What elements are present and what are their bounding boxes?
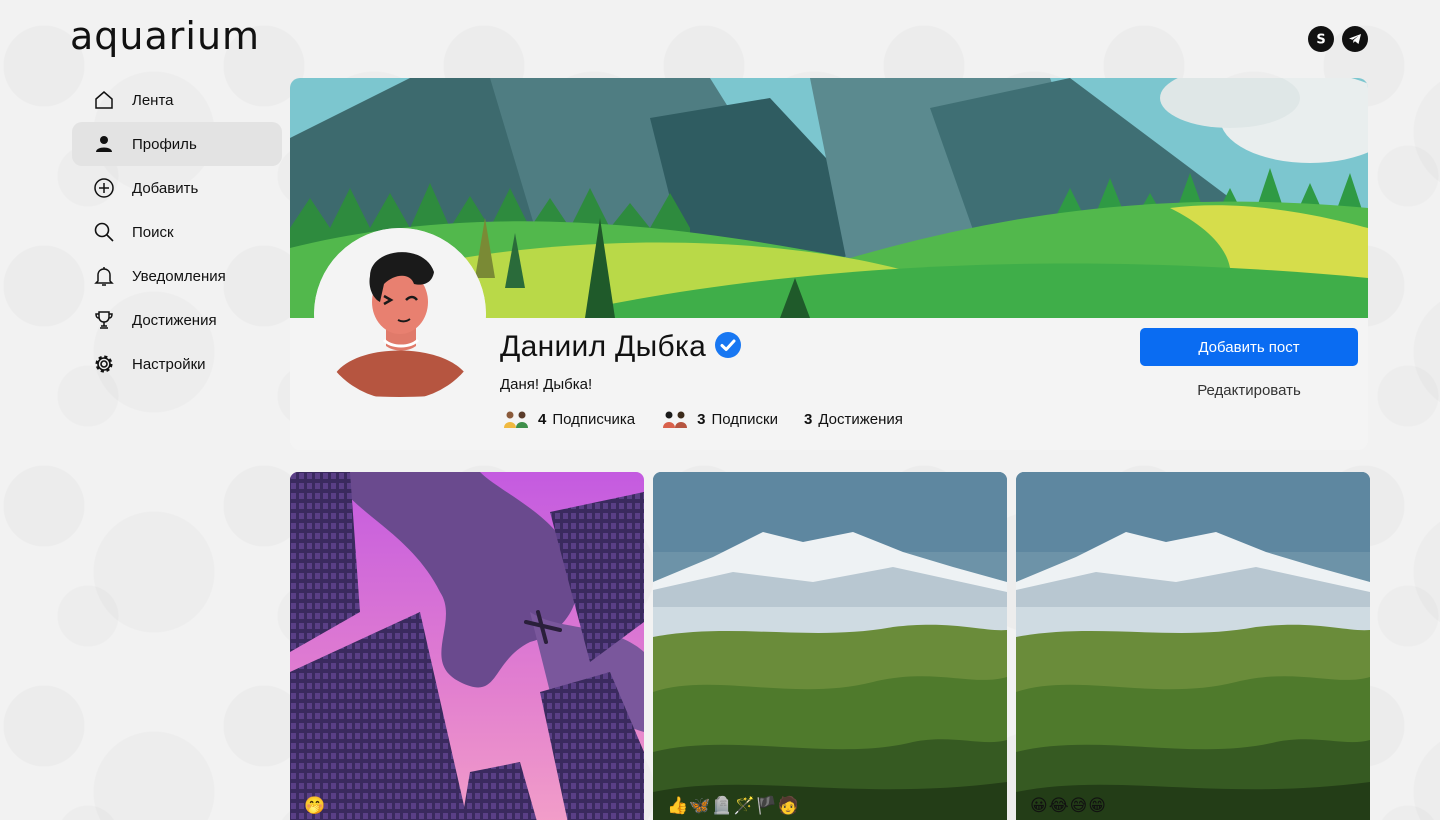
app-logo[interactable]: aquarium xyxy=(70,14,260,58)
profile-name: Даниил Дыбка xyxy=(500,330,707,363)
post-card[interactable]: 🤭 xyxy=(290,472,644,820)
sidebar-item-label: Профиль xyxy=(132,135,197,153)
following-stat[interactable]: 3 Подписки xyxy=(661,410,778,428)
sidebar-item-label: Добавить xyxy=(132,179,199,197)
sidebar-item-achievements[interactable]: Достижения xyxy=(72,298,282,342)
svg-text:S: S xyxy=(1316,33,1325,48)
avatar[interactable] xyxy=(314,228,486,400)
post-reactions[interactable]: 👍🦋🪦🪄🏴🧑 xyxy=(667,796,800,816)
sidebar-item-label: Достижения xyxy=(132,311,217,329)
post-image xyxy=(290,472,644,820)
following-label: Подписки xyxy=(711,410,779,428)
post-image xyxy=(653,472,1007,820)
edit-profile-button[interactable]: Редактировать xyxy=(1140,382,1358,399)
followers-stat[interactable]: 4 Подписчика xyxy=(502,410,635,428)
home-icon xyxy=(92,88,116,112)
sidebar-item-label: Уведомления xyxy=(132,267,226,285)
posts-grid: 🤭 👍🦋🪦🪄🏴🧑 😀😂😅😁 xyxy=(290,472,1370,820)
post-reactions[interactable]: 🤭 xyxy=(304,796,326,816)
user-icon xyxy=(92,132,116,156)
profile-bio: Даня! Дыбка! xyxy=(500,376,593,393)
main-content: Даниил Дыбка Даня! Дыбка! 4 Подписчика 3… xyxy=(290,78,1370,820)
profile-stats: 4 Подписчика 3 Подписки 3 Достижения xyxy=(502,410,903,428)
sidebar-item-label: Лента xyxy=(132,91,174,109)
achievements-count: 3 xyxy=(804,410,813,428)
profile-name-row: Даниил Дыбка xyxy=(500,330,742,364)
following-count: 3 xyxy=(697,410,706,428)
trophy-icon xyxy=(92,308,116,332)
followers-count: 4 xyxy=(538,410,547,428)
plus-circle-icon xyxy=(92,176,116,200)
followers-label: Подписчика xyxy=(552,410,636,428)
sidebar-item-search[interactable]: Поиск xyxy=(72,210,282,254)
following-avatars-icon xyxy=(661,410,691,428)
followers-avatars-icon xyxy=(502,410,532,428)
sidebar-item-feed[interactable]: Лента xyxy=(72,78,282,122)
add-post-button[interactable]: Добавить пост xyxy=(1140,328,1358,366)
achievements-label: Достижения xyxy=(818,410,903,428)
sidebar-item-notifications[interactable]: Уведомления xyxy=(72,254,282,298)
sidebar-nav: Лента Профиль Добавить Поиск Уведомления… xyxy=(72,78,282,386)
post-card[interactable]: 👍🦋🪦🪄🏴🧑 xyxy=(653,472,1007,820)
post-image xyxy=(1016,472,1370,820)
bell-icon xyxy=(92,264,116,288)
post-reactions[interactable]: 😀😂😅😁 xyxy=(1030,796,1107,816)
sidebar-item-add[interactable]: Добавить xyxy=(72,166,282,210)
profile-card: Даниил Дыбка Даня! Дыбка! 4 Подписчика 3… xyxy=(290,78,1368,450)
sidebar-item-label: Настройки xyxy=(132,355,206,373)
search-icon xyxy=(92,220,116,244)
header-icons: S xyxy=(1308,26,1368,52)
sidebar-item-settings[interactable]: Настройки xyxy=(72,342,282,386)
verified-badge-icon xyxy=(714,331,742,364)
gear-icon xyxy=(92,352,116,376)
sidebar-item-profile[interactable]: Профиль xyxy=(72,122,282,166)
post-card[interactable]: 😀😂😅😁 xyxy=(1016,472,1370,820)
telegram-icon[interactable] xyxy=(1342,26,1368,52)
sidebar-item-label: Поиск xyxy=(132,223,174,241)
achievements-stat[interactable]: 3 Достижения xyxy=(804,411,903,428)
skype-icon[interactable]: S xyxy=(1308,26,1334,52)
